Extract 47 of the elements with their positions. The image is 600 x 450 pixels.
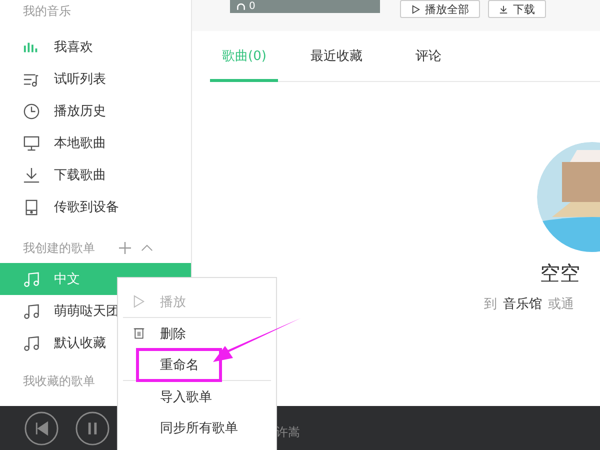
section-heading: 我创建的歌单 — [23, 240, 95, 256]
clock-icon — [23, 102, 40, 120]
sidebar-item[interactable]: 试听列表 — [0, 63, 191, 95]
menu-item[interactable]: 同步所有歌单 — [118, 412, 276, 443]
item-label: 传歌到设备 — [54, 199, 119, 216]
hint-text: 或通 — [548, 296, 574, 313]
section-heading: 我收藏的歌单 — [22, 373, 96, 390]
music-note-icon — [23, 302, 40, 320]
download-icon — [499, 4, 508, 14]
item-label: 播放历史 — [54, 103, 106, 120]
item-label: 默认收藏 — [54, 335, 106, 352]
tab[interactable]: 最近收藏 — [298, 31, 374, 82]
sidebar-item[interactable]: 播放历史 — [0, 95, 191, 127]
headphones-icon — [236, 2, 246, 11]
play-count: 0 — [249, 1, 256, 12]
play-icon — [133, 295, 145, 308]
menu-item[interactable]: 删除 — [118, 318, 276, 349]
tab[interactable]: 评论 — [394, 31, 462, 82]
sidebar-item[interactable]: 本地歌曲 — [0, 127, 191, 159]
music-hall-link[interactable]: 音乐馆 — [503, 295, 542, 313]
plus-icon[interactable] — [119, 242, 131, 254]
music-note-icon — [23, 334, 40, 352]
download-icon — [23, 166, 40, 184]
section-heading: 我的音乐 — [22, 3, 72, 20]
item-label: 中文 — [54, 271, 80, 288]
item-label: 本地歌曲 — [54, 135, 106, 152]
pause-button[interactable] — [75, 410, 110, 446]
trash-icon — [133, 327, 145, 340]
artist-name: 许嵩 — [276, 424, 300, 440]
menu-item[interactable]: 重命名 — [118, 349, 276, 380]
device-icon — [23, 198, 40, 216]
play-icon — [411, 4, 420, 14]
empty-title: 空空 — [540, 260, 581, 287]
music-note-icon — [23, 270, 40, 288]
play-all-button[interactable]: 播放全部 — [400, 0, 480, 18]
menu-item[interactable]: 导入歌单 — [118, 381, 276, 412]
collapse-icon[interactable] — [141, 242, 153, 254]
monitor-icon — [23, 134, 40, 152]
sidebar-item[interactable]: 我喜欢 — [0, 31, 191, 63]
item-label: 下载歌曲 — [54, 167, 106, 184]
sidebar-item[interactable]: 下载歌曲 — [0, 159, 191, 191]
previous-button[interactable] — [24, 410, 59, 446]
download-button[interactable]: 下载 — [488, 0, 546, 18]
hint-text: 到 — [484, 296, 497, 313]
item-label: 我喜欢 — [54, 39, 93, 56]
sidebar-item[interactable]: 传歌到设备 — [0, 191, 191, 223]
item-label: 试听列表 — [54, 71, 106, 88]
